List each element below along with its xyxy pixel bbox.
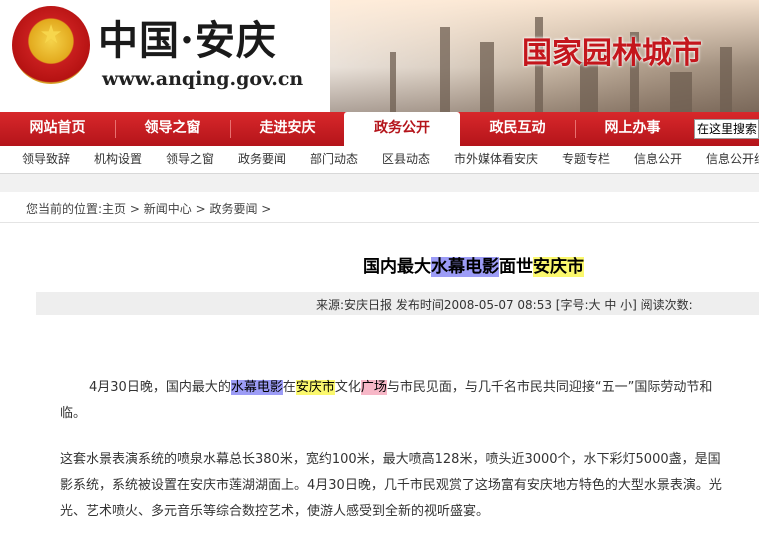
subnav-item-info-disclosure-line[interactable]: 信息公开线 xyxy=(706,146,759,172)
nav-item-home[interactable]: 网站首页 xyxy=(10,112,105,146)
sub-nav: 领导致辞 机构设置 领导之窗 政务要闻 部门动态 区县动态 市外媒体看安庆 专题… xyxy=(0,146,759,174)
breadcrumb-link-news-center[interactable]: 新闻中心 xyxy=(144,202,192,216)
site-url: www.anqing.gov.cn xyxy=(102,68,304,90)
title-segment: 面世 xyxy=(499,257,533,277)
title-segment: 国内最大 xyxy=(363,257,431,277)
article-meta: 来源:安庆日报 发布时间2008-05-07 08:53 [字号:大 中 小] … xyxy=(316,298,693,312)
breadcrumb-link-home[interactable]: 主页 xyxy=(102,202,126,216)
header-banner: ★ 中国·安庆 www.anqing.gov.cn 国家园林城市 xyxy=(0,0,759,112)
national-emblem-icon: ★ xyxy=(12,6,90,84)
paragraph-text: 4月30日晚，国内最大的 xyxy=(89,380,231,395)
title-highlight-term: 水幕电影 xyxy=(431,257,499,277)
breadcrumb-separator: > xyxy=(257,202,272,216)
breadcrumb-divider xyxy=(0,222,759,223)
nav-item-interaction[interactable]: 政民互动 xyxy=(470,112,565,146)
highlight-term: 安庆市 xyxy=(295,380,335,395)
divider-band xyxy=(0,174,759,192)
subnav-item-leader-speech[interactable]: 领导致辞 xyxy=(22,146,70,172)
subnav-item-government-news[interactable]: 政务要闻 xyxy=(238,146,286,172)
article-paragraph-1: 4月30日晚，国内最大的水幕电影在安庆市文化广场与市民见面，与几千名市民共同迎接… xyxy=(89,379,712,397)
breadcrumb-label: 您当前的位置: xyxy=(26,202,103,216)
site-title[interactable]: 中国·安庆 xyxy=(98,8,277,66)
search-input[interactable]: 在这里搜索... xyxy=(694,119,759,139)
article-paragraph-2-line-3: 光、艺术喷火、多元音乐等综合数控艺术，使游人感受到全新的视听盛宴。 xyxy=(60,504,490,519)
nav-item-online-services[interactable]: 网上办事 xyxy=(585,112,680,146)
article-paragraph-2-line-1: 这套水景表演系统的喷泉水幕总长380米，宽约100米，最大喷高128米，喷头近3… xyxy=(60,452,721,467)
subnav-item-department-news[interactable]: 部门动态 xyxy=(310,146,358,172)
subnav-item-outside-media[interactable]: 市外媒体看安庆 xyxy=(454,146,538,172)
subnav-item-special-topics[interactable]: 专题专栏 xyxy=(562,146,610,172)
article-title: 国内最大水幕电影面世安庆市 xyxy=(363,252,584,277)
nav-item-about-anqing[interactable]: 走进安庆 xyxy=(240,112,335,146)
subnav-item-county-news[interactable]: 区县动态 xyxy=(382,146,430,172)
breadcrumb-link-government-news[interactable]: 政务要闻 xyxy=(209,202,257,216)
article-paragraph-1-cont: 临。 xyxy=(60,406,87,421)
breadcrumb-separator: > xyxy=(126,202,144,216)
title-highlight-term: 安庆市 xyxy=(533,257,584,277)
highlight-term: 广场 xyxy=(360,380,387,395)
paragraph-text: 在 xyxy=(282,380,296,395)
nav-item-leaders[interactable]: 领导之窗 xyxy=(125,112,220,146)
nav-item-government-affairs[interactable]: 政务公开 xyxy=(344,112,460,146)
paragraph-text: 与市民见面，与几千名市民共同迎接“五一”国际劳动节和 xyxy=(386,380,713,395)
highlight-term: 水幕电影 xyxy=(230,380,283,395)
paragraph-text: 文化 xyxy=(334,380,361,395)
breadcrumb-separator: > xyxy=(191,202,210,216)
slogan-text: 国家园林城市 xyxy=(522,36,702,71)
article-paragraph-2-line-2: 影系统，系统被设置在安庆市莲湖湖面上。4月30日晚，几千市民观赏了这场富有安庆地… xyxy=(60,478,722,493)
subnav-item-organization[interactable]: 机构设置 xyxy=(94,146,142,172)
subnav-item-leaders-window[interactable]: 领导之窗 xyxy=(166,146,214,172)
subnav-item-info-disclosure[interactable]: 信息公开 xyxy=(634,146,682,172)
main-nav: 网站首页 领导之窗 走进安庆 政务公开 政民互动 网上办事 xyxy=(0,112,759,146)
breadcrumb: 您当前的位置:主页 > 新闻中心 > 政务要闻 > xyxy=(26,200,271,217)
